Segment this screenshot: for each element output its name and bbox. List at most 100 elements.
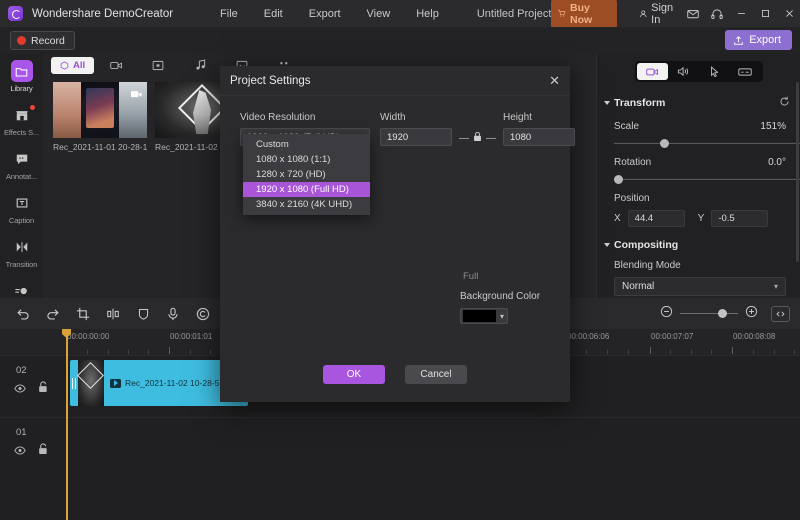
project-settings-dialog: Project Settings ✕ Video Resolution 1920… bbox=[220, 66, 575, 402]
split-icon[interactable] bbox=[98, 298, 128, 329]
eye-icon[interactable] bbox=[14, 380, 26, 398]
dialog-header: Project Settings ✕ bbox=[220, 66, 570, 96]
user-icon bbox=[639, 10, 647, 17]
record-bar: Record Export bbox=[0, 27, 800, 54]
dropdown-option-custom[interactable]: Custom bbox=[243, 137, 370, 152]
export-button[interactable]: Export bbox=[725, 30, 792, 50]
menu-edit[interactable]: Edit bbox=[251, 4, 296, 24]
height-input[interactable]: 1080 bbox=[503, 128, 575, 146]
unlock-icon[interactable] bbox=[38, 380, 48, 398]
video-tab-icon bbox=[645, 68, 658, 75]
playhead[interactable] bbox=[66, 329, 68, 520]
clip-video-icon bbox=[110, 378, 121, 388]
media-item[interactable]: Rec_2021-11-01 20-28-16.... bbox=[53, 82, 147, 152]
position-x-label: X bbox=[614, 213, 621, 224]
redo-icon[interactable] bbox=[38, 298, 68, 329]
mail-icon[interactable] bbox=[682, 3, 704, 25]
rotation-slider-knob[interactable] bbox=[614, 174, 623, 184]
sidebar-label-library: Library bbox=[10, 84, 33, 93]
timeline-zoom-controls bbox=[660, 305, 800, 323]
compositing-section-header[interactable]: Compositing bbox=[604, 239, 800, 251]
record-button[interactable]: Record bbox=[10, 31, 75, 50]
sidebar-item-effects-store[interactable]: Effects S... bbox=[0, 104, 43, 146]
position-x-input[interactable]: 44.4 bbox=[627, 210, 685, 227]
annotation-icon bbox=[11, 148, 33, 170]
sidebar-label-annotation: Annotat... bbox=[5, 172, 38, 181]
record-dot-icon bbox=[17, 36, 26, 45]
close-button[interactable] bbox=[779, 3, 800, 25]
sidebar-item-transition[interactable]: Transition bbox=[0, 236, 43, 278]
blending-mode-select[interactable]: Normal ▾ bbox=[614, 277, 786, 296]
subtitle-tab-icon bbox=[738, 67, 752, 76]
shield-icon[interactable] bbox=[128, 298, 158, 329]
ruler-major-tick bbox=[732, 347, 733, 354]
transition-icon bbox=[11, 236, 33, 258]
position-y-input[interactable]: -0.5 bbox=[711, 210, 769, 227]
timeline-track[interactable]: 01 bbox=[0, 417, 800, 479]
undo-icon[interactable] bbox=[8, 298, 38, 329]
scale-value[interactable]: 151% bbox=[760, 121, 786, 132]
tab-video-properties[interactable] bbox=[636, 63, 668, 80]
clip-left-handle[interactable] bbox=[70, 360, 78, 406]
library-tab-all[interactable]: All bbox=[51, 56, 95, 74]
scale-slider[interactable] bbox=[614, 138, 800, 148]
close-icon[interactable]: ✕ bbox=[549, 74, 560, 87]
tab-cursor-properties[interactable] bbox=[699, 63, 730, 80]
transform-section-header[interactable]: Transform bbox=[604, 94, 800, 112]
scale-slider-track bbox=[614, 142, 800, 144]
unlock-icon[interactable] bbox=[38, 442, 48, 460]
menu-help[interactable]: Help bbox=[403, 4, 452, 24]
menu-file[interactable]: File bbox=[207, 4, 251, 24]
rotation-value[interactable]: 0.0° bbox=[768, 157, 786, 168]
eye-icon[interactable] bbox=[14, 442, 26, 460]
reset-icon[interactable] bbox=[779, 94, 790, 112]
library-tab-video[interactable] bbox=[96, 57, 136, 74]
rotation-slider[interactable] bbox=[614, 174, 800, 184]
dropdown-option-1080x1080[interactable]: 1080 x 1080 (1:1) bbox=[243, 152, 370, 167]
library-icon bbox=[10, 60, 33, 82]
tab-audio-properties[interactable] bbox=[668, 63, 699, 80]
dropdown-option-1920x1080[interactable]: 1920 x 1080 (Full HD) bbox=[243, 182, 370, 197]
zoom-slider[interactable] bbox=[680, 309, 738, 319]
chevron-down-icon bbox=[604, 243, 610, 247]
library-tab-audio[interactable] bbox=[180, 57, 220, 74]
menu-export[interactable]: Export bbox=[296, 4, 354, 24]
sidebar-item-annotation[interactable]: Annotat... bbox=[0, 148, 43, 190]
maximize-button[interactable] bbox=[754, 3, 776, 25]
scale-slider-knob[interactable] bbox=[660, 138, 669, 148]
sidebar-item-library[interactable]: Library bbox=[0, 60, 43, 102]
cancel-button[interactable]: Cancel bbox=[405, 365, 467, 384]
background-color-picker[interactable]: ▾ bbox=[460, 308, 508, 324]
sidebar-item-caption[interactable]: Caption bbox=[0, 192, 43, 234]
library-tab-screen[interactable] bbox=[138, 57, 178, 74]
width-input[interactable]: 1920 bbox=[380, 128, 452, 146]
thumbnail-bg-left bbox=[53, 82, 81, 138]
microphone-icon[interactable] bbox=[158, 298, 188, 329]
width-group: Width 1920 bbox=[380, 112, 452, 146]
video-badge-icon bbox=[131, 86, 143, 104]
ok-button[interactable]: OK bbox=[323, 365, 385, 384]
resolution-dropdown-menu: Custom 1080 x 1080 (1:1) 1280 x 720 (HD)… bbox=[243, 134, 370, 215]
dropdown-option-3840x2160[interactable]: 3840 x 2160 (4K UHD) bbox=[243, 197, 370, 212]
minimize-button[interactable] bbox=[730, 3, 752, 25]
zoom-slider-knob[interactable] bbox=[718, 309, 727, 318]
tab-subtitle-properties[interactable] bbox=[730, 63, 761, 80]
menu-view[interactable]: View bbox=[354, 4, 404, 24]
aspect-lock-group: — — bbox=[459, 131, 496, 145]
crop-icon[interactable] bbox=[68, 298, 98, 329]
position-row: Position bbox=[597, 193, 800, 204]
rotation-row: Rotation 0.0° bbox=[597, 157, 800, 168]
copyright-icon[interactable] bbox=[188, 298, 218, 329]
zoom-out-icon[interactable] bbox=[660, 305, 673, 323]
support-headset-icon[interactable] bbox=[706, 3, 728, 25]
properties-scrollbar[interactable] bbox=[796, 82, 799, 262]
fit-to-screen-icon[interactable] bbox=[771, 305, 790, 322]
dropdown-option-1280x720[interactable]: 1280 x 720 (HD) bbox=[243, 167, 370, 182]
sign-in-button[interactable]: Sign In bbox=[639, 2, 680, 26]
buy-now-button[interactable]: Buy Now bbox=[551, 0, 617, 29]
background-color-label: Background Color bbox=[460, 291, 541, 302]
lock-icon[interactable] bbox=[473, 131, 482, 145]
zoom-in-icon[interactable] bbox=[745, 305, 758, 323]
track-number: 02 bbox=[16, 365, 27, 376]
background-color-group: Background Color ▾ bbox=[460, 291, 540, 324]
